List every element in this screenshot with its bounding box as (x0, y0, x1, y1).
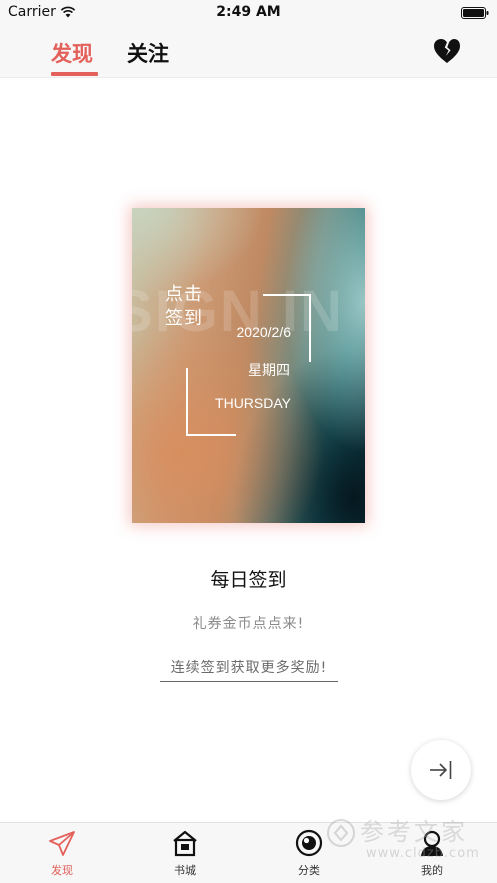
tabbar-item-discover[interactable]: 发现 (22, 823, 102, 883)
watermark-logo-icon (327, 819, 355, 847)
tabbar-label-store: 书城 (174, 864, 196, 877)
more-rewards-link[interactable]: 连续签到获取更多奖励! (160, 657, 338, 682)
active-tab-indicator (51, 72, 98, 76)
tabbar-item-store[interactable]: 书城 (145, 823, 225, 883)
daily-signin-title: 每日签到 (210, 569, 287, 591)
tab-discover[interactable]: 发现 (51, 38, 93, 68)
status-bar: Carrier 2:49 AM (0, 0, 497, 26)
store-icon (173, 830, 197, 857)
rewards-subtitle: 礼券金币点点来! (192, 616, 305, 632)
category-icon (295, 829, 323, 857)
card-weekday: 星期四 (248, 363, 290, 379)
status-time: 2:49 AM (216, 4, 281, 20)
signin-card[interactable]: SIGN IN 点击 签到 2020/2/6 星期四 THURSDAY (132, 208, 365, 523)
paper-plane-icon (49, 831, 75, 856)
battery-icon (461, 7, 489, 19)
card-title-line1: 点击 (165, 284, 203, 305)
exit-button[interactable] (411, 740, 471, 800)
tabbar-label-discover: 发现 (51, 864, 73, 877)
card-date: 2020/2/6 (236, 324, 292, 340)
tab-follow[interactable]: 关注 (127, 38, 169, 68)
heart-broken-icon[interactable] (432, 37, 462, 65)
card-title-line2: 签到 (165, 308, 203, 329)
exit-arrow-icon (430, 761, 452, 779)
site-watermark: 参考文家 www.cldzb.com (320, 808, 497, 866)
card-weekday-en: THURSDAY (215, 395, 291, 411)
top-nav: 发现 关注 (0, 26, 497, 78)
watermark-url: www.cldzb.com (366, 846, 480, 861)
watermark-text: 参考文家 (360, 818, 468, 846)
